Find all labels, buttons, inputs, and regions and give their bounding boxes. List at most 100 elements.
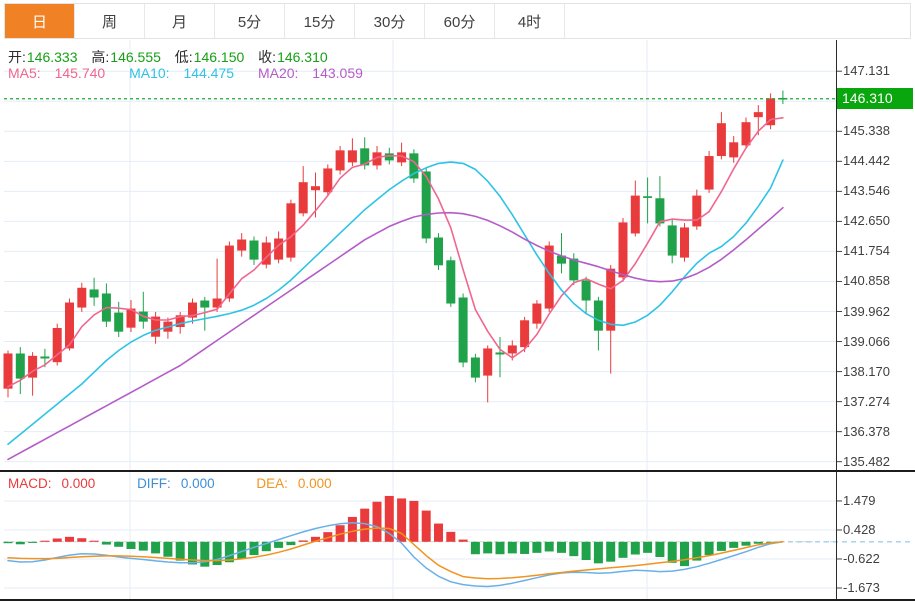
open-label: 开:: [8, 49, 26, 65]
candle-up: [237, 239, 247, 251]
candle-up: [507, 345, 517, 354]
y-axis-tick-label: 137.274: [843, 393, 890, 409]
y-axis-tick-label: 144.442: [843, 153, 890, 169]
y-axis-tick-label: 136.378: [843, 423, 890, 439]
y-axis-tick-label: 142.650: [843, 213, 890, 229]
macd-bar-negative: [28, 541, 38, 543]
macd-bar-negative: [655, 541, 665, 557]
candle-up: [741, 122, 751, 146]
candle-down: [200, 300, 210, 308]
y-axis-tick-label: 143.546: [843, 183, 890, 199]
macd-bar-negative: [188, 541, 197, 565]
macd-bar-negative: [643, 541, 653, 553]
macd-bar-negative: [175, 541, 185, 561]
candle-up: [704, 156, 714, 190]
macd-bar-negative: [729, 541, 739, 548]
macd-value-legend: MACD: 0.000: [8, 476, 96, 491]
candle-up: [766, 98, 776, 126]
candle-up: [692, 195, 702, 227]
y-axis-tick-label: 0.428: [843, 521, 876, 537]
macd-bar-negative: [114, 541, 124, 547]
y-axis-tick-label: -1.673: [843, 580, 880, 595]
macd-bar-positive: [77, 538, 87, 542]
low-label: 低:: [174, 49, 193, 65]
candle-up: [347, 150, 357, 163]
candle-up: [335, 150, 345, 171]
macd-bar-negative: [753, 541, 763, 544]
macd-bar-negative: [101, 541, 111, 545]
macd-bar-negative: [212, 541, 222, 566]
diff-value-legend: DIFF: 0.000: [137, 476, 215, 491]
ma-legend: MA5: 145.740 MA10: 144.475 MA20: 143.059: [8, 65, 383, 81]
ma5-legend: MA5: 145.740: [8, 65, 106, 81]
candle-up: [298, 182, 308, 214]
macd-bar-negative: [716, 541, 726, 551]
macd-bar-negative: [667, 541, 677, 563]
macd-bar-negative: [3, 541, 13, 544]
y-axis-tick-label: 138.170: [843, 363, 890, 379]
macd-bar-negative: [581, 541, 591, 561]
y-axis-tick-label: 139.066: [843, 333, 890, 349]
candle-down: [470, 357, 480, 378]
macd-bar-negative: [151, 541, 161, 554]
low-value: 146.150: [193, 49, 245, 65]
ma10-legend: MA10: 144.475: [129, 65, 235, 81]
macd-bar-positive: [360, 508, 370, 542]
candle-up: [532, 303, 542, 324]
macd-bar-negative: [495, 541, 505, 555]
macd-bar-negative: [163, 541, 173, 557]
y-axis-tick-label: 140.858: [843, 273, 890, 289]
macd-bar-positive: [298, 540, 308, 542]
y-axis-tick-label: 1.479: [843, 492, 876, 508]
candle-up: [3, 353, 13, 389]
macd-bar-positive: [347, 516, 357, 542]
y-axis-line: [836, 40, 837, 600]
candle-down: [89, 289, 99, 298]
open-value: 146.333: [26, 49, 78, 65]
ma20-legend: MA20: 143.059: [257, 65, 363, 81]
candle-up: [483, 348, 493, 376]
dea-value-legend: DEA: 0.000: [256, 476, 332, 491]
candle-up: [630, 195, 640, 234]
high-label: 高:: [91, 49, 110, 65]
candle-up: [606, 268, 616, 331]
candle-down: [581, 280, 591, 301]
macd-bar-negative: [741, 541, 751, 546]
ma20-line: [7, 206, 784, 461]
macd-bar-negative: [507, 541, 517, 554]
macd-bar-negative: [138, 541, 148, 551]
candle-down: [446, 260, 456, 304]
y-axis-tick-label: 139.962: [843, 303, 890, 319]
candle-down: [249, 240, 259, 260]
y-axis-tick-label: 135.482: [843, 453, 890, 469]
macd-bar-negative: [606, 541, 616, 562]
high-value: 146.555: [110, 49, 161, 65]
candle-down: [15, 353, 25, 379]
macd-bar-positive: [384, 495, 394, 542]
macd-bar-negative: [470, 541, 480, 555]
macd-bar-negative: [126, 541, 136, 549]
macd-bar-positive: [409, 500, 419, 542]
macd-bar-negative: [544, 541, 554, 552]
trading-chart-app: 日 周 月 5分 15分 30分 60分 4时 开:146.333 高:146.…: [0, 0, 915, 603]
candle-up: [323, 168, 333, 193]
macd-bar-negative: [532, 541, 542, 553]
candle-down: [569, 258, 579, 281]
candle-down: [655, 198, 665, 224]
candle-down: [495, 352, 505, 355]
candle-up: [729, 142, 739, 158]
candle-up: [753, 112, 763, 118]
macd-bar-positive: [458, 539, 468, 542]
candle-up: [286, 203, 296, 258]
candle-down: [434, 237, 443, 266]
candlestick-macd-chart[interactable]: [0, 0, 915, 603]
macd-bar-negative: [15, 541, 25, 545]
candle-up: [311, 186, 320, 191]
macd-bar-negative: [274, 541, 284, 548]
candle-down: [667, 225, 677, 256]
macd-bar-positive: [397, 498, 407, 542]
candle-up: [680, 227, 689, 258]
candle-down: [643, 196, 653, 198]
chart-bottom-border: [0, 599, 915, 601]
candle-down: [40, 356, 50, 359]
